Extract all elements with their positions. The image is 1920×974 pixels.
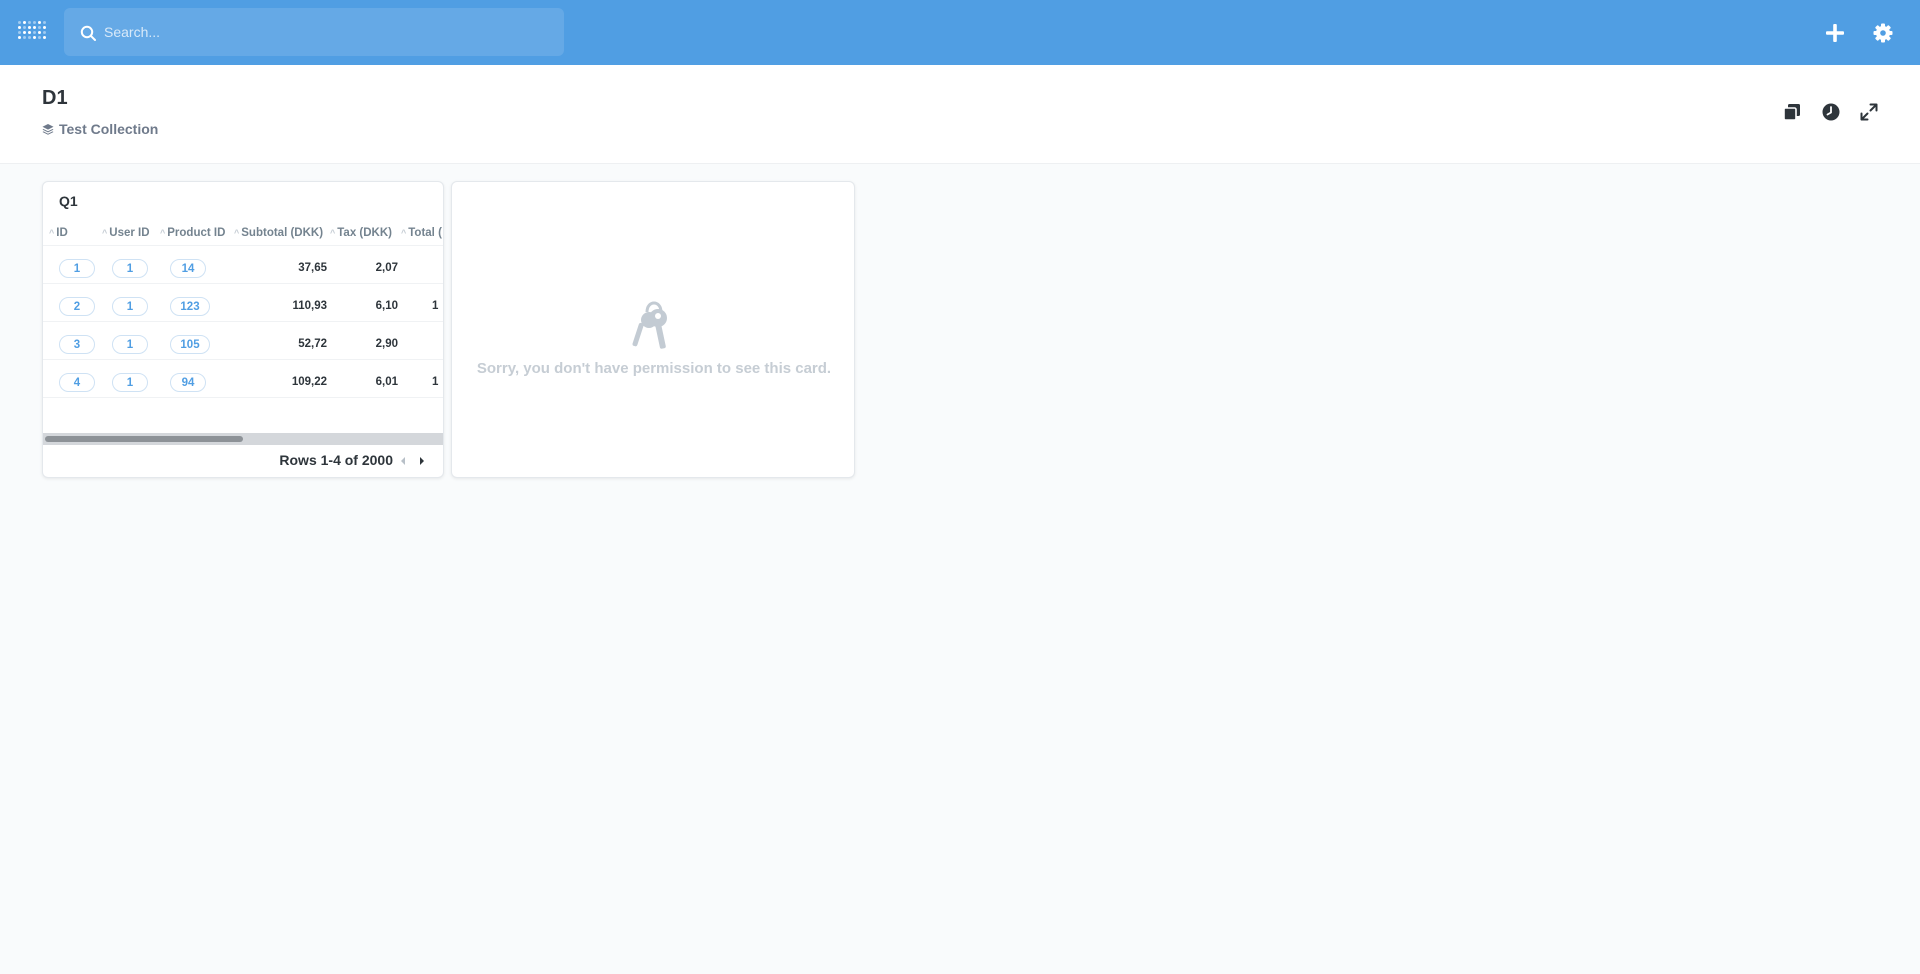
cell-subtotal: 109,22 <box>291 376 327 388</box>
horizontal-scrollbar[interactable] <box>43 433 443 445</box>
card-title[interactable]: Q1 <box>59 193 78 209</box>
column-header-subtotal[interactable]: ^ Subtotal (DKK) <box>234 227 323 239</box>
row-divider <box>43 359 443 360</box>
collection-link[interactable]: Test Collection <box>42 121 158 137</box>
collection-stack-icon <box>42 124 54 135</box>
cell-total: 1 <box>432 376 439 388</box>
cell-user-id[interactable]: 1 <box>112 335 148 354</box>
cell-product-id[interactable]: 14 <box>170 259 206 278</box>
cell-tax: 2,90 <box>375 338 398 350</box>
cell-tax: 6,10 <box>375 300 398 312</box>
cell-id[interactable]: 1 <box>59 259 95 278</box>
pagination-label: Rows 1-4 of 2000 <box>279 452 393 468</box>
cell-subtotal: 37,65 <box>298 262 327 274</box>
cell-id[interactable]: 3 <box>59 335 95 354</box>
cell-user-id[interactable]: 1 <box>112 259 148 278</box>
column-header-product-id[interactable]: ^ Product ID <box>160 227 225 239</box>
column-header-total[interactable]: ^ Total ( <box>401 227 442 239</box>
column-header-tax[interactable]: ^ Tax (DKK) <box>330 227 392 239</box>
plus-icon <box>1826 24 1844 42</box>
column-header-id[interactable]: ^ ID <box>49 227 68 239</box>
cell-tax: 2,07 <box>375 262 398 274</box>
duplicate-icon <box>1783 104 1800 121</box>
cell-subtotal: 110,93 <box>292 300 327 312</box>
cell-id[interactable]: 4 <box>59 373 95 392</box>
row-divider <box>43 245 443 246</box>
cell-product-id[interactable]: 94 <box>170 373 206 392</box>
gear-icon <box>1873 23 1893 43</box>
column-header-user-id[interactable]: ^ User ID <box>102 227 150 239</box>
revision-history-button[interactable] <box>1820 101 1842 123</box>
dashcard-q1: Q1 ^ ID ^ User ID ^ Product ID ^ Subtotal (D… <box>42 181 444 478</box>
fullscreen-expand-icon <box>1860 103 1878 121</box>
previous-page-icon[interactable] <box>397 454 409 468</box>
search-icon <box>80 25 96 41</box>
cell-product-id[interactable]: 123 <box>170 297 210 316</box>
cell-id[interactable]: 2 <box>59 297 95 316</box>
settings-button[interactable] <box>1870 20 1896 46</box>
top-nav-bar <box>0 0 1920 65</box>
cell-user-id[interactable]: 1 <box>112 373 148 392</box>
cell-user-id[interactable]: 1 <box>112 297 148 316</box>
fullscreen-button[interactable] <box>1858 101 1880 123</box>
next-page-icon[interactable] <box>416 454 428 468</box>
collection-name: Test Collection <box>59 121 159 137</box>
cell-subtotal: 52,72 <box>298 338 327 350</box>
duplicate-button[interactable] <box>1781 101 1803 123</box>
keys-icon <box>632 301 667 349</box>
dashboard-title[interactable]: D1 <box>42 87 68 110</box>
metabase-logo-icon[interactable] <box>18 19 46 47</box>
permission-message: Sorry, you don't have permission to see … <box>476 360 832 377</box>
dashcard-no-permission: Sorry, you don't have permission to see … <box>451 181 855 478</box>
row-divider <box>43 283 443 284</box>
history-clock-icon <box>1822 103 1840 121</box>
cell-tax: 6,01 <box>375 376 398 388</box>
cell-total: 1 <box>432 300 439 312</box>
search-bar[interactable] <box>64 8 564 56</box>
row-divider <box>43 321 443 322</box>
dashboard-header: D1 Test Collection <box>0 65 1920 164</box>
row-divider <box>43 397 443 398</box>
new-button[interactable] <box>1822 20 1848 46</box>
cell-product-id[interactable]: 105 <box>170 335 210 354</box>
scrollbar-thumb[interactable] <box>45 436 243 442</box>
search-input[interactable] <box>104 8 544 56</box>
